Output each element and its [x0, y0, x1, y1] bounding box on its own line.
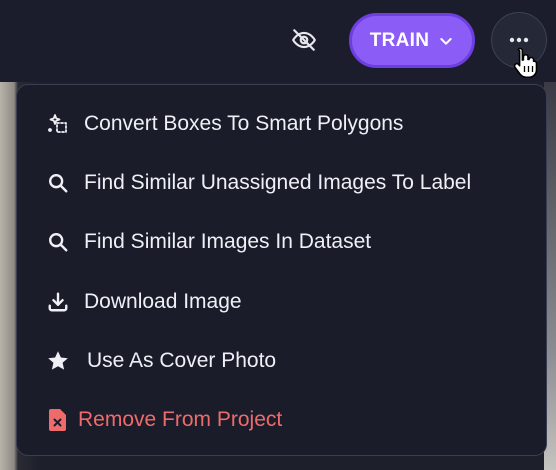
menu-item-label: Download Image — [84, 289, 242, 313]
download-icon — [45, 289, 71, 315]
chevron-down-icon — [440, 37, 452, 45]
sparkle-polygon-icon — [45, 111, 71, 137]
menu-item-label: Find Similar Unassigned Images To Label — [84, 170, 472, 194]
more-horizontal-icon — [509, 37, 529, 43]
menu-item-download-image[interactable]: Download Image — [17, 272, 546, 331]
menu-item-convert-boxes[interactable]: Convert Boxes To Smart Polygons — [17, 94, 546, 153]
menu-item-label: Find Similar Images In Dataset — [84, 229, 372, 253]
train-button[interactable]: TRAIN — [349, 13, 475, 68]
menu-item-use-as-cover[interactable]: Use As Cover Photo — [17, 331, 546, 390]
menu-item-label: Remove From Project — [78, 407, 283, 431]
menu-item-remove-from-project[interactable]: Remove From Project — [17, 390, 546, 449]
file-remove-icon — [45, 407, 71, 433]
search-icon — [45, 170, 71, 196]
search-icon — [45, 229, 71, 255]
menu-item-label: Convert Boxes To Smart Polygons — [84, 111, 404, 135]
menu-item-label: Use As Cover Photo — [87, 348, 277, 372]
hand-pointer-icon — [512, 46, 542, 79]
train-button-label: TRAIN — [369, 29, 430, 51]
star-icon — [45, 348, 71, 374]
eye-off-icon — [292, 29, 316, 51]
menu-item-find-similar-unassigned[interactable]: Find Similar Unassigned Images To Label — [17, 153, 546, 212]
toggle-visibility-button[interactable] — [286, 24, 322, 56]
menu-item-find-similar-dataset[interactable]: Find Similar Images In Dataset — [17, 212, 546, 271]
more-options-menu: Convert Boxes To Smart Polygons Find Sim… — [16, 84, 547, 456]
